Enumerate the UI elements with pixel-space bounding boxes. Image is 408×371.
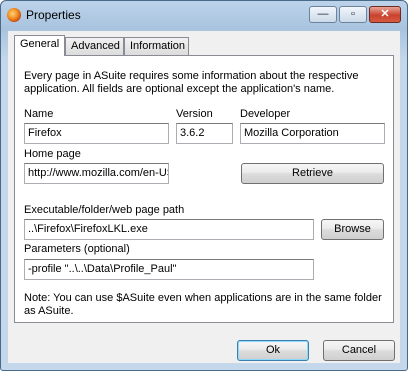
- minimize-button[interactable]: —: [309, 6, 337, 23]
- path-field[interactable]: ..\Firefox\FirefoxLKL.exe: [24, 219, 314, 240]
- window-title: Properties: [26, 8, 81, 22]
- properties-window: Properties — ▫ ✕ General Advanced Inform…: [0, 0, 408, 371]
- dialog-client-area: General Advanced Information Every page …: [8, 31, 400, 363]
- ok-button[interactable]: Ok: [237, 340, 309, 361]
- version-label: Version: [176, 108, 213, 120]
- title-bar[interactable]: Properties — ▫ ✕: [1, 1, 407, 31]
- cancel-button[interactable]: Cancel: [323, 340, 395, 361]
- name-field[interactable]: Firefox: [24, 123, 169, 144]
- tab-advanced[interactable]: Advanced: [65, 37, 124, 55]
- homepage-field[interactable]: http://www.mozilla.com/en-US: [24, 163, 169, 184]
- close-button[interactable]: ✕: [369, 6, 401, 23]
- homepage-label: Home page: [24, 148, 81, 160]
- path-label: Executable/folder/web page path: [24, 204, 185, 216]
- note-text: Note: You can use $ASuite even when appl…: [24, 292, 382, 317]
- browse-button[interactable]: Browse: [321, 219, 384, 240]
- tab-information[interactable]: Information: [124, 37, 189, 55]
- tab-general[interactable]: General: [14, 35, 65, 56]
- firefox-icon: [7, 8, 21, 22]
- version-field[interactable]: 3.6.2: [176, 123, 233, 144]
- maximize-button[interactable]: ▫: [339, 6, 367, 23]
- retrieve-button[interactable]: Retrieve: [241, 163, 384, 184]
- parameters-field[interactable]: -profile "..\..\Data\Profile_Paul": [24, 259, 314, 280]
- name-label: Name: [24, 108, 54, 120]
- parameters-label: Parameters (optional): [24, 243, 130, 255]
- developer-label: Developer: [240, 108, 291, 120]
- general-tab-panel: Every page in ASuite requires some infor…: [14, 55, 394, 323]
- intro-text: Every page in ASuite requires some infor…: [24, 70, 359, 95]
- developer-field[interactable]: Mozilla Corporation: [240, 123, 385, 144]
